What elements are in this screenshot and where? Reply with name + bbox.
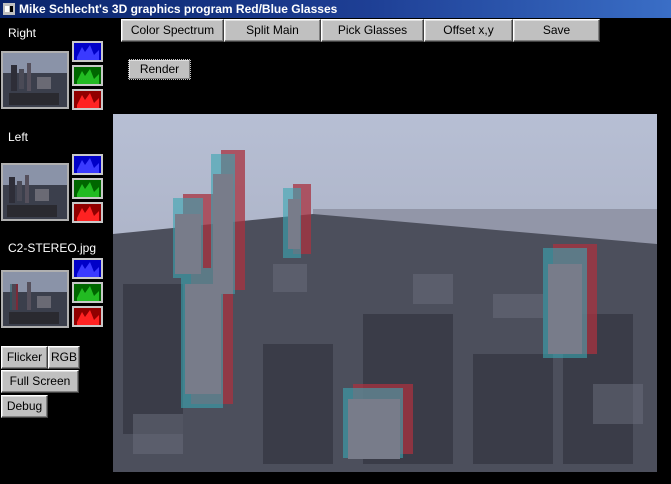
- title-bar: Mike Schlecht's 3D graphics program Red/…: [0, 0, 671, 18]
- right-green-channel[interactable]: [72, 65, 103, 86]
- panel-label-left: Left: [8, 130, 29, 144]
- debug-button[interactable]: Debug: [1, 395, 48, 418]
- app-icon: [3, 3, 15, 15]
- left-green-channel[interactable]: [72, 178, 103, 199]
- pick-glasses-button[interactable]: Pick Glasses: [321, 19, 424, 42]
- left-thumbnail[interactable]: [1, 163, 69, 221]
- left-blue-channel[interactable]: [72, 154, 103, 175]
- rgb-button[interactable]: RGB: [48, 346, 80, 369]
- flicker-button[interactable]: Flicker: [1, 346, 48, 369]
- color-spectrum-button[interactable]: Color Spectrum: [121, 19, 224, 42]
- panel-label-stereo: C2-STEREO.jpg: [8, 241, 97, 255]
- full-screen-button[interactable]: Full Screen: [1, 370, 79, 393]
- stereo-anaglyph-image: [113, 114, 657, 472]
- right-red-channel[interactable]: [72, 89, 103, 110]
- window-title: Mike Schlecht's 3D graphics program Red/…: [19, 2, 338, 16]
- offset-xy-button[interactable]: Offset x,y: [424, 19, 513, 42]
- left-red-channel[interactable]: [72, 202, 103, 223]
- render-button[interactable]: Render: [128, 59, 191, 80]
- right-thumbnail[interactable]: [1, 51, 69, 109]
- stereo-green-channel[interactable]: [72, 282, 103, 303]
- split-main-button[interactable]: Split Main: [224, 19, 321, 42]
- stereo-blue-channel[interactable]: [72, 258, 103, 279]
- stereo-red-channel[interactable]: [72, 306, 103, 327]
- save-button[interactable]: Save: [513, 19, 600, 42]
- stereo-thumbnail[interactable]: [1, 270, 69, 328]
- right-blue-channel[interactable]: [72, 41, 103, 62]
- panel-label-right: Right: [8, 26, 37, 40]
